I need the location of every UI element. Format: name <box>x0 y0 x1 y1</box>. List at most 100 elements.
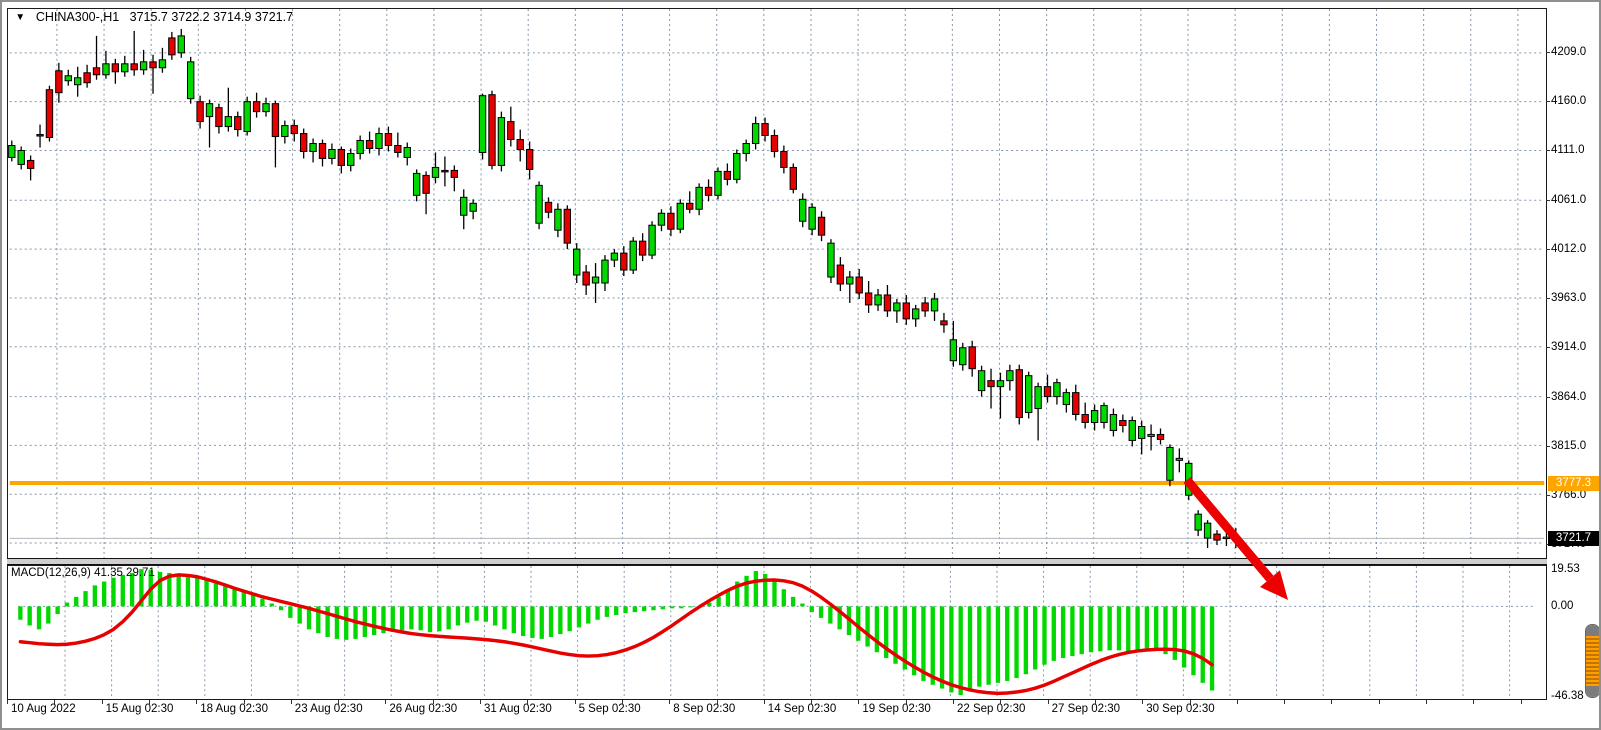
bear-candle[interactable] <box>1157 434 1163 439</box>
bull-candle[interactable] <box>931 299 937 311</box>
bull-candle[interactable] <box>310 144 316 152</box>
bull-candle[interactable] <box>536 185 542 223</box>
bear-candle[interactable] <box>1214 534 1220 540</box>
bear-candle[interactable] <box>856 277 862 293</box>
bear-candle[interactable] <box>37 135 43 136</box>
bull-candle[interactable] <box>1063 393 1069 405</box>
bull-candle[interactable] <box>649 225 655 255</box>
bull-candle[interactable] <box>592 277 598 283</box>
bear-candle[interactable] <box>771 136 777 152</box>
macd-panel-canvas[interactable] <box>7 565 1547 700</box>
bear-candle[interactable] <box>865 293 871 305</box>
bull-candle[interactable] <box>75 78 81 85</box>
bear-candle[interactable] <box>922 303 928 311</box>
bull-candle[interactable] <box>1091 411 1097 423</box>
bear-candle[interactable] <box>56 71 62 93</box>
bear-candle[interactable] <box>724 171 730 179</box>
bull-candle[interactable] <box>498 118 504 166</box>
bull-candle[interactable] <box>574 249 580 275</box>
bear-candle[interactable] <box>1120 421 1126 426</box>
bull-candle[interactable] <box>329 149 335 158</box>
bear-candle[interactable] <box>300 134 306 152</box>
bear-candle[interactable] <box>112 64 118 72</box>
bear-candle[interactable] <box>884 295 890 311</box>
bear-candle[interactable] <box>988 381 994 387</box>
bear-candle[interactable] <box>442 170 448 171</box>
bull-candle[interactable] <box>696 187 702 209</box>
bear-candle[interactable] <box>517 140 523 150</box>
bull-candle[interactable] <box>122 64 128 72</box>
bull-candle[interactable] <box>1129 421 1135 441</box>
bear-candle[interactable] <box>319 144 325 159</box>
bull-candle[interactable] <box>611 253 617 260</box>
bull-candle[interactable] <box>677 203 683 229</box>
bear-candle[interactable] <box>291 126 297 134</box>
bull-candle[interactable] <box>1101 406 1107 423</box>
bull-candle[interactable] <box>630 241 636 270</box>
bear-candle[interactable] <box>621 253 627 270</box>
bear-candle[interactable] <box>583 272 589 285</box>
bear-candle[interactable] <box>338 149 344 165</box>
bull-candle[interactable] <box>960 348 966 365</box>
bear-candle[interactable] <box>385 134 391 146</box>
bear-candle[interactable] <box>564 209 570 243</box>
bull-candle[interactable] <box>1054 383 1060 397</box>
bear-candle[interactable] <box>27 160 33 168</box>
bear-candle[interactable] <box>93 68 99 75</box>
bear-candle[interactable] <box>762 124 768 136</box>
bull-candle[interactable] <box>357 141 363 154</box>
bull-candle[interactable] <box>1007 371 1013 381</box>
panel-separator[interactable] <box>7 558 1547 565</box>
bull-candle[interactable] <box>187 62 193 99</box>
bull-candle[interactable] <box>828 243 834 277</box>
bull-candle[interactable] <box>461 197 467 215</box>
bear-candle[interactable] <box>508 122 514 140</box>
bear-candle[interactable] <box>639 241 645 255</box>
bull-candle[interactable] <box>65 76 71 81</box>
bull-candle[interactable] <box>1223 537 1229 538</box>
bull-candle[interactable] <box>997 381 1003 387</box>
bull-candle[interactable] <box>479 96 485 153</box>
bull-candle[interactable] <box>800 199 806 221</box>
bull-candle[interactable] <box>103 64 109 75</box>
bull-candle[interactable] <box>715 171 721 195</box>
bear-candle[interactable] <box>705 187 711 195</box>
bear-candle[interactable] <box>366 141 372 149</box>
bear-candle[interactable] <box>1082 415 1088 423</box>
bull-candle[interactable] <box>413 173 419 195</box>
bull-candle[interactable] <box>847 277 853 284</box>
bear-candle[interactable] <box>687 203 693 209</box>
bear-candle[interactable] <box>941 321 947 325</box>
bull-candle[interactable] <box>470 203 476 211</box>
bull-candle[interactable] <box>206 104 212 117</box>
bear-candle[interactable] <box>150 62 156 68</box>
bull-candle[interactable] <box>658 213 664 225</box>
bull-candle[interactable] <box>244 102 250 132</box>
bull-candle[interactable] <box>1186 463 1192 495</box>
bull-candle[interactable] <box>178 36 184 53</box>
bull-candle[interactable] <box>894 303 900 311</box>
bear-candle[interactable] <box>1044 387 1050 397</box>
bull-candle[interactable] <box>18 150 24 164</box>
bull-candle[interactable] <box>1035 387 1041 409</box>
bull-candle[interactable] <box>1148 434 1154 436</box>
bull-candle[interactable] <box>734 153 740 179</box>
bear-candle[interactable] <box>395 146 401 153</box>
bull-candle[interactable] <box>376 134 382 149</box>
price-chart-canvas[interactable] <box>7 8 1547 560</box>
bear-candle[interactable] <box>781 151 787 167</box>
bear-candle[interactable] <box>216 108 222 127</box>
bull-candle[interactable] <box>1195 514 1201 530</box>
bear-candle[interactable] <box>272 104 278 137</box>
bear-candle[interactable] <box>668 213 674 229</box>
bear-candle[interactable] <box>545 202 551 212</box>
bear-candle[interactable] <box>197 102 203 122</box>
bull-candle[interactable] <box>809 207 815 229</box>
bear-candle[interactable] <box>1073 393 1079 415</box>
bear-candle[interactable] <box>1016 370 1022 418</box>
bull-candle[interactable] <box>978 371 984 391</box>
bear-candle[interactable] <box>903 303 909 319</box>
bear-candle[interactable] <box>969 347 975 369</box>
bull-candle[interactable] <box>743 144 749 154</box>
bull-candle[interactable] <box>1138 426 1144 438</box>
